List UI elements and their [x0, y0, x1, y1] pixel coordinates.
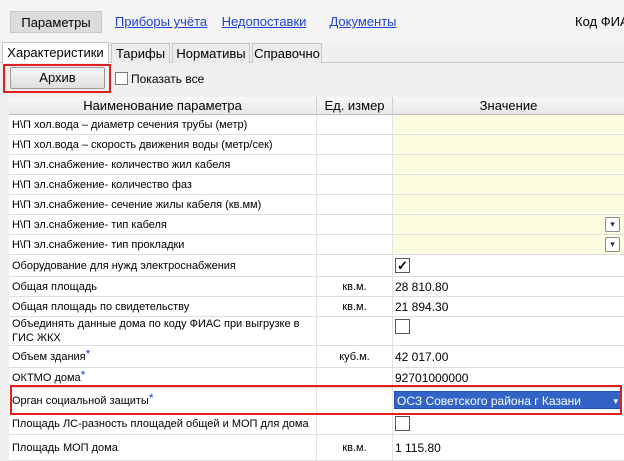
cable-type-select[interactable]: ▾ [393, 215, 624, 234]
chevron-down-icon[interactable]: ▾ [605, 237, 620, 252]
param-name: Н\П хол.вода – скорость движения воды (м… [9, 135, 317, 154]
table-row[interactable]: Н\П эл.снабжение- тип прокладки ▾ [9, 235, 624, 255]
param-value[interactable]: 92701000000 [393, 368, 624, 387]
parameters-grid: Наименование параметра Ед. измер Значени… [9, 97, 624, 461]
param-unit: кв.м. [317, 435, 393, 460]
column-header-name[interactable]: Наименование параметра [9, 97, 317, 115]
show-all-toggle[interactable]: Показать все [115, 72, 204, 86]
param-value[interactable]: ✓ [393, 255, 624, 276]
param-unit [317, 368, 393, 387]
param-name: Оборудование для нужд электроснабжения [9, 255, 317, 276]
table-row[interactable]: Оборудование для нужд электроснабжения ✓ [9, 255, 624, 277]
param-unit [317, 317, 393, 345]
param-unit [317, 388, 393, 413]
param-unit: куб.м. [317, 346, 393, 367]
param-value[interactable] [393, 155, 624, 174]
show-all-label: Показать все [131, 72, 205, 86]
fias-code-label: Код ФИА [575, 14, 624, 29]
param-unit [317, 135, 393, 154]
param-name: Н\П эл.снабжение- количество фаз [9, 175, 317, 194]
table-row[interactable]: Объединять данные дома по коду ФИАС при … [9, 317, 624, 346]
selected-value: ОСЗ Советского района г Казани [397, 394, 581, 408]
table-row[interactable]: Объем здания * куб.м. 42 017.00 [9, 346, 624, 368]
param-value[interactable] [393, 414, 624, 434]
param-value[interactable] [393, 317, 624, 345]
param-unit: кв.м. [317, 277, 393, 296]
param-name: Н\П эл.снабжение- сечение жилы кабеля (к… [9, 195, 317, 214]
table-row[interactable]: Орган социальной защиты * ОСЗ Советского … [9, 388, 624, 414]
param-name: Н\П хол.вода – диаметр сечения трубы (ме… [9, 115, 317, 134]
param-name: Общая площадь по свидетельству [9, 297, 317, 316]
fias-merge-checkbox[interactable] [395, 319, 410, 334]
param-value[interactable]: 1 115.80 [393, 435, 624, 460]
param-name: Орган социальной защиты * [9, 388, 317, 413]
sub-tab-bar: Характеристики Тарифы Нормативы Справочн… [0, 42, 624, 64]
show-all-checkbox[interactable] [115, 72, 128, 85]
param-value[interactable] [393, 135, 624, 154]
param-value[interactable]: 21 894.30 [393, 297, 624, 316]
table-row[interactable]: Общая площадь по свидетельству кв.м. 21 … [9, 297, 624, 317]
table-row[interactable]: Общая площадь кв.м. 28 810.80 [9, 277, 624, 297]
param-unit [317, 175, 393, 194]
toolbar: Архив Показать все [0, 63, 624, 95]
table-row[interactable]: Н\П эл.снабжение- количество жил кабеля [9, 155, 624, 175]
param-unit [317, 215, 393, 234]
param-name-text: Объем здания [12, 350, 86, 363]
column-header-value[interactable]: Значение [393, 97, 624, 115]
power-equipment-checkbox[interactable]: ✓ [395, 258, 410, 273]
param-name-text: ОКТМО дома [12, 371, 81, 384]
param-name: Н\П эл.снабжение- тип прокладки [9, 235, 317, 254]
table-row[interactable]: ОКТМО дома * 92701000000 [9, 368, 624, 388]
param-unit [317, 195, 393, 214]
required-asterisk: * [148, 390, 154, 405]
area-difference-checkbox[interactable] [395, 416, 410, 431]
param-value[interactable] [393, 115, 624, 134]
required-asterisk: * [85, 346, 91, 361]
param-name: Площадь МОП дома [9, 435, 317, 460]
laying-type-select[interactable]: ▾ [393, 235, 624, 254]
table-row[interactable]: Площадь МОП дома кв.м. 1 115.80 [9, 435, 624, 461]
param-unit [317, 155, 393, 174]
tab-reference[interactable]: Справочно [252, 43, 322, 63]
column-header-unit[interactable]: Ед. измер [317, 97, 393, 115]
param-name: Общая площадь [9, 277, 317, 296]
param-name: Объединять данные дома по коду ФИАС при … [9, 317, 317, 345]
param-value[interactable]: ОСЗ Советского района г Казани ▾ [393, 388, 624, 413]
param-name: Н\П эл.снабжение- тип кабеля [9, 215, 317, 234]
param-value[interactable]: 28 810.80 [393, 277, 624, 296]
tab-parameters[interactable]: Параметры [10, 11, 102, 33]
table-row[interactable]: Н\П хол.вода – скорость движения воды (м… [9, 135, 624, 155]
table-row[interactable]: Площадь ЛС-разность площадей общей и МОП… [9, 414, 624, 435]
table-row[interactable]: Н\П хол.вода – диаметр сечения трубы (ме… [9, 115, 624, 135]
tab-tariffs[interactable]: Тарифы [111, 43, 170, 63]
table-row[interactable]: Н\П эл.снабжение- количество фаз [9, 175, 624, 195]
chevron-down-icon[interactable]: ▾ [613, 392, 618, 410]
param-name: Н\П эл.снабжение- количество жил кабеля [9, 155, 317, 174]
param-unit [317, 255, 393, 276]
param-value[interactable]: 42 017.00 [393, 346, 624, 367]
tab-documents[interactable]: Документы [326, 11, 400, 33]
table-row[interactable]: Н\П эл.снабжение- тип кабеля ▾ [9, 215, 624, 235]
grid-header: Наименование параметра Ед. измер Значени… [9, 97, 624, 115]
param-value[interactable] [393, 175, 624, 194]
param-unit [317, 414, 393, 434]
param-name-text: Орган социальной защиты [12, 394, 149, 407]
param-value[interactable] [393, 195, 624, 214]
tab-norms[interactable]: Нормативы [172, 43, 250, 63]
param-unit [317, 115, 393, 134]
top-tab-bar: Параметры Приборы учёта Недопоставки Док… [0, 0, 624, 42]
archive-button[interactable]: Архив [10, 67, 105, 89]
param-unit: кв.м. [317, 297, 393, 316]
tab-characteristics[interactable]: Характеристики [2, 42, 109, 64]
table-row[interactable]: Н\П эл.снабжение- сечение жилы кабеля (к… [9, 195, 624, 215]
param-name: Объем здания * [9, 346, 317, 367]
required-asterisk: * [80, 367, 86, 382]
param-name: Площадь ЛС-разность площадей общей и МОП… [9, 414, 317, 434]
tab-undersupply[interactable]: Недопоставки [218, 11, 310, 33]
param-unit [317, 235, 393, 254]
tab-meters[interactable]: Приборы учёта [112, 11, 210, 33]
social-protection-select[interactable]: ОСЗ Советского района г Казани ▾ [394, 391, 621, 409]
chevron-down-icon[interactable]: ▾ [605, 217, 620, 232]
param-name: ОКТМО дома * [9, 368, 317, 387]
